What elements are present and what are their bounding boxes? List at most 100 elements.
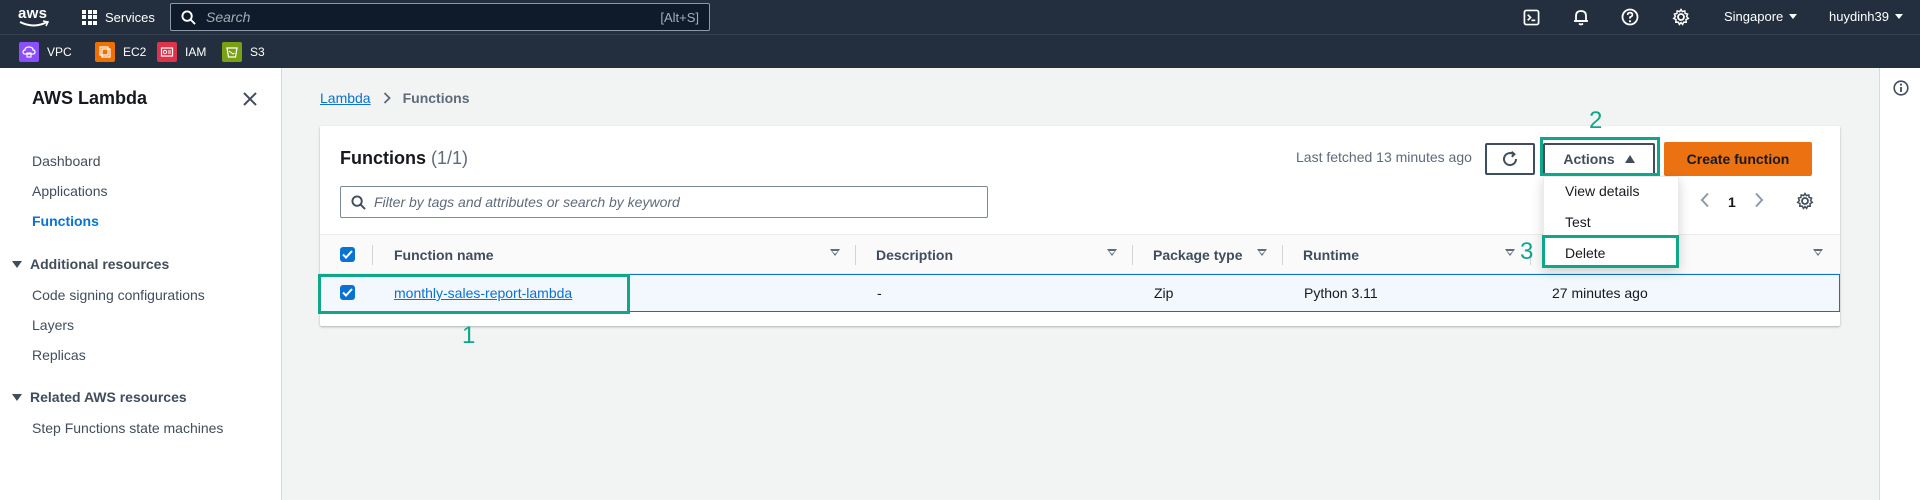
favorites-bar: VPC EC2 IAM S3 [0,34,1920,68]
chevron-right-icon[interactable] [1754,192,1764,211]
column-header-description[interactable]: Description [876,247,953,263]
info-icon[interactable] [1893,80,1909,101]
expand-caret-icon [12,260,22,268]
function-runtime: Python 3.11 [1304,285,1378,301]
sidenav-link-dashboard[interactable]: Dashboard [32,153,101,169]
account-name: huydinh39 [1829,9,1889,24]
sidenav-link-functions[interactable]: Functions [32,213,99,229]
actions-menu: View details Test Delete [1543,176,1679,268]
actions-label: Actions [1563,151,1615,167]
actions-dropdown-button[interactable]: Actions [1543,143,1655,175]
column-divider [372,245,373,265]
settings-icon[interactable] [1671,7,1691,27]
function-name[interactable]: monthly-sales-report-lambda [394,285,572,301]
sort-icon[interactable] [830,249,840,256]
annotation-step-1: 1 [462,322,476,349]
sidenav-link-step-functions[interactable]: Step Functions state machines [32,420,223,436]
search-icon [181,9,196,25]
aws-smile-icon [19,20,49,27]
side-navigation: AWS Lambda Dashboard Applications Functi… [0,68,282,500]
select-all-checkbox[interactable] [340,247,355,262]
section-label: Related AWS resources [30,389,187,405]
create-function-button[interactable]: Create function [1664,142,1812,176]
function-filter[interactable] [340,186,988,218]
services-label: Services [105,9,155,25]
expand-caret-icon [12,393,22,401]
notifications-icon[interactable] [1571,7,1591,27]
page-number[interactable]: 1 [1728,194,1736,210]
functions-count: (1/1) [431,148,469,168]
aws-logo[interactable]: aws [18,5,52,29]
sidenav-section-related-resources[interactable]: Related AWS resources [12,389,187,405]
sidenav-link-layers[interactable]: Layers [32,317,74,333]
refresh-icon [1503,151,1518,167]
caret-up-icon [1624,155,1635,163]
account-menu[interactable]: huydinh39 [1829,9,1903,24]
sort-icon[interactable] [1107,249,1117,256]
top-navigation: aws Services [Alt+S] Singapore huydinh39 [0,0,1920,34]
region-selector[interactable]: Singapore [1724,9,1798,24]
functions-header: Functions (1/1) [340,148,468,169]
sidenav-section-additional-resources[interactable]: Additional resources [12,256,169,272]
favorite-iam[interactable]: IAM [157,42,206,62]
function-package-type: Zip [1154,285,1174,301]
global-search-input[interactable] [206,9,661,25]
row-checkbox[interactable] [340,285,355,300]
annotation-step-3: 3 [1520,238,1534,265]
region-label: Singapore [1724,9,1784,24]
menu-item-delete[interactable]: Delete [1565,245,1605,261]
favorite-s3[interactable]: S3 [222,42,265,62]
sort-icon[interactable] [1813,249,1823,256]
sort-icon[interactable] [1505,249,1515,256]
gear-icon[interactable] [1796,192,1814,215]
favorite-label: VPC [47,45,72,59]
cloudshell-icon[interactable] [1521,7,1541,27]
pagination: 1 [1700,192,1764,211]
sort-icon[interactable] [1257,249,1267,256]
function-description: - [877,285,882,301]
favorite-vpc[interactable]: VPC [19,42,72,62]
column-header-runtime[interactable]: Runtime [1303,247,1359,263]
menu-item-test[interactable]: Test [1565,214,1591,230]
sidenav-link-replicas[interactable]: Replicas [32,347,86,363]
tools-rail [1879,68,1920,500]
table-row[interactable]: monthly-sales-report-lambda - Zip Python… [320,274,1840,312]
services-grid-icon [82,9,97,25]
sidenav-link-code-signing[interactable]: Code signing configurations [32,287,205,303]
help-icon[interactable] [1620,7,1640,27]
column-header-function-name[interactable]: Function name [394,247,494,263]
vpc-icon [19,42,39,62]
sidenav-link-applications[interactable]: Applications [32,183,108,199]
function-name-link[interactable]: monthly-sales-report-lambda [394,285,572,301]
services-menu-button[interactable]: Services [82,6,155,28]
annotation-step-2: 2 [1589,107,1603,134]
function-filter-input[interactable] [374,194,977,210]
column-header-package-type[interactable]: Package type [1153,247,1243,263]
function-last-modified: 27 minutes ago [1552,285,1648,301]
search-shortcut-hint: [Alt+S] [660,9,699,25]
section-label: Additional resources [30,256,170,272]
functions-title: Functions [340,148,426,168]
favorite-label: IAM [185,45,207,59]
iam-icon [157,42,177,62]
refresh-button[interactable] [1485,143,1535,175]
column-divider [1132,245,1133,265]
breadcrumb-lambda[interactable]: Lambda [320,90,371,106]
caret-down-icon [1789,14,1798,19]
column-divider [1282,245,1283,265]
favorite-ec2[interactable]: EC2 [95,42,146,62]
chevron-left-icon[interactable] [1700,192,1710,211]
column-divider [855,245,856,265]
global-search[interactable]: [Alt+S] [170,3,710,31]
sidenav-title: AWS Lambda [32,88,148,108]
chevron-right-icon [383,92,391,104]
last-fetched-text: Last fetched 13 minutes ago [1296,149,1472,165]
close-icon[interactable] [241,90,259,108]
favorite-label: S3 [250,45,265,59]
caret-down-icon [1895,14,1903,19]
s3-icon [222,42,242,62]
search-icon [351,194,366,210]
menu-item-view-details[interactable]: View details [1565,183,1639,199]
breadcrumb-functions: Functions [402,90,470,106]
breadcrumb: Lambda Functions [320,90,469,106]
